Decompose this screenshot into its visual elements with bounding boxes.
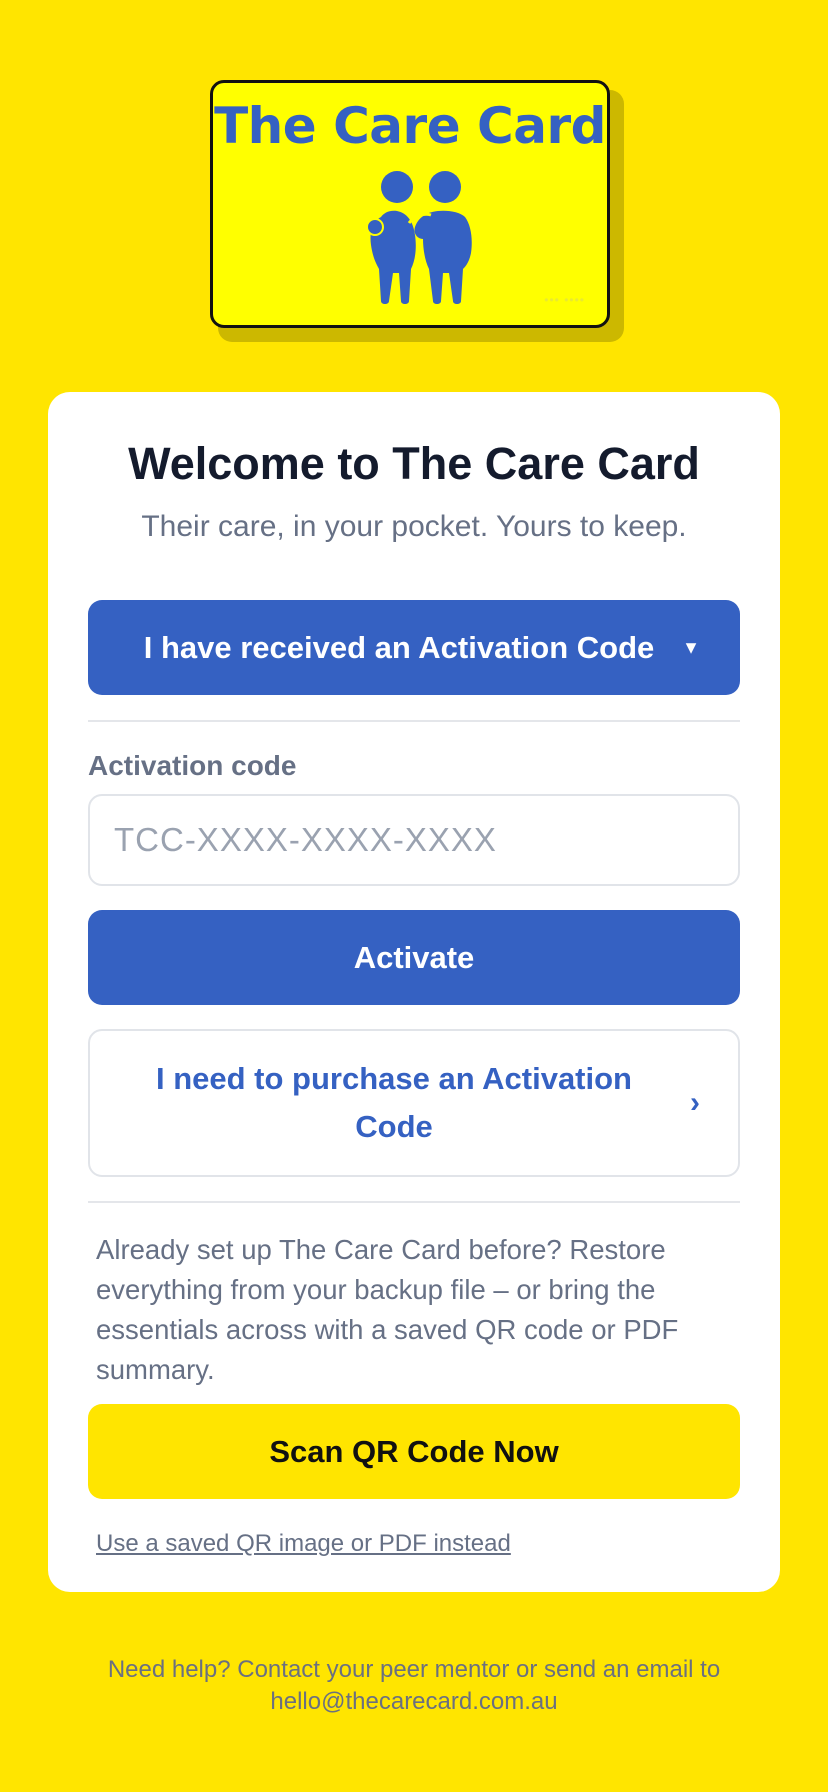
help-text: Need help? Contact your peer mentor or s… [107,1656,721,1683]
scan-qr-button[interactable]: Scan QR Code Now [88,1404,740,1499]
two-people-icon [366,171,472,304]
divider [88,1201,740,1203]
activation-code-input[interactable] [88,794,740,886]
page-title: Welcome to The Care Card [128,438,700,489]
divider [88,720,740,722]
caret-down-icon: ▼ [682,637,700,657]
activate-button[interactable]: Activate [88,910,740,1005]
logo-dots: ••• •••• [544,293,585,307]
use-saved-file-link[interactable]: Use a saved QR image or PDF instead [96,1530,511,1558]
received-code-label: I have received an Activation Code [143,629,655,665]
page-subtitle: Their care, in your pocket. Yours to kee… [141,510,687,543]
logo-title: The Care Card [214,97,606,155]
activation-code-label: Activation code [88,750,297,781]
welcome-card: Welcome to The Care Card Their care, in … [48,392,780,1592]
help-footer: Need help? Contact your peer mentor or s… [0,1654,828,1718]
purchase-code-button[interactable]: I need to purchase an Activation Code › [88,1029,740,1177]
received-code-toggle[interactable]: I have received an Activation Code ▼ [88,600,740,695]
chevron-right-icon: › [690,1086,700,1119]
help-email-link[interactable]: hello@thecarecard.com.au [0,1686,828,1718]
restore-description: Already set up The Care Card before? Res… [96,1234,679,1385]
app-logo: The Care Card ••• •••• [210,80,624,342]
logo-card: The Care Card ••• •••• [210,80,610,328]
purchase-code-label: I need to purchase an Activation Code [155,1061,632,1144]
